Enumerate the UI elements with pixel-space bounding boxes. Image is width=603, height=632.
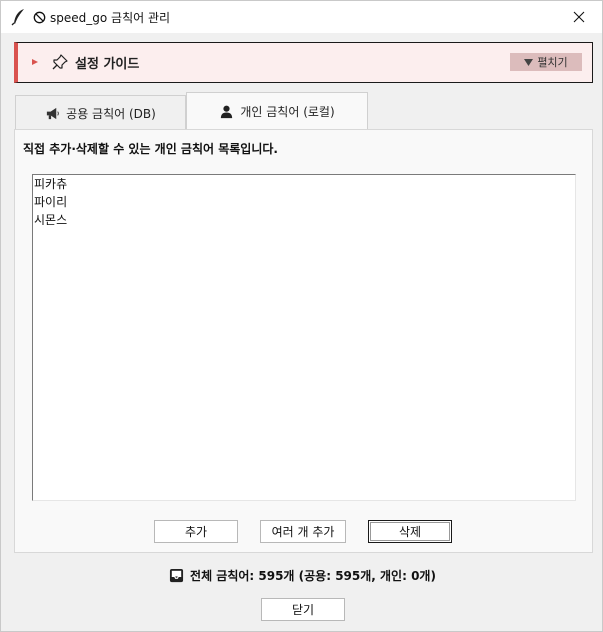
bulk-add-button[interactable]: 여러 개 추가 [260,520,346,543]
collapsed-arrow-icon[interactable] [31,57,39,67]
inbox-icon [169,568,184,583]
close-window-button[interactable] [556,1,602,33]
settings-guide-panel: 설정 가이드 펼치기 [14,42,593,83]
summary-bar: 전체 금칙어: 595개 (공용: 595개, 개인: 0개) [1,567,603,584]
private-words-panel: 직접 추가·삭제할 수 있는 개인 금칙어 목록입니다. 피카츄 파이리 시몬스… [14,129,593,553]
close-icon [573,11,585,23]
delete-button[interactable]: 삭제 [368,520,452,543]
megaphone-icon [47,107,59,119]
title-bar: speed_go 금칙어 관리 [1,1,602,33]
guide-title: 설정 가이드 [75,57,140,72]
window-title-text: speed_go 금칙어 관리 [50,11,171,25]
tab-public-words[interactable]: 공용 금칙어 (DB) [15,95,186,130]
expand-label: 펼치기 [537,56,568,69]
user-icon [221,105,233,119]
list-item[interactable]: 시몬스 [33,211,575,229]
list-item[interactable]: 피카츄 [33,175,575,193]
pushpin-icon [52,54,68,70]
feather-icon [11,9,24,26]
prohibited-icon [33,11,46,24]
add-button[interactable]: 추가 [154,520,238,543]
window-title: speed_go 금칙어 관리 [33,9,170,26]
tab-private-words[interactable]: 개인 금칙어 (로컬) [186,92,368,130]
tab-public-label: 공용 금칙어 (DB) [66,106,156,121]
close-dialog-button[interactable]: 닫기 [261,598,345,621]
summary-text: 전체 금칙어: 595개 (공용: 595개, 개인: 0개) [190,569,436,583]
tab-private-label: 개인 금칙어 (로컬) [240,105,335,119]
panel-description: 직접 추가·삭제할 수 있는 개인 금칙어 목록입니다. [23,142,278,156]
app-window: speed_go 금칙어 관리 설정 가이드 펼치기 공용 금칙어 (DB) 개… [0,0,603,632]
list-item[interactable]: 파이리 [33,193,575,211]
expand-guide-button[interactable]: 펼치기 [510,53,582,71]
private-words-list[interactable]: 피카츄 파이리 시몬스 [32,174,576,501]
triangle-down-icon [524,58,534,66]
